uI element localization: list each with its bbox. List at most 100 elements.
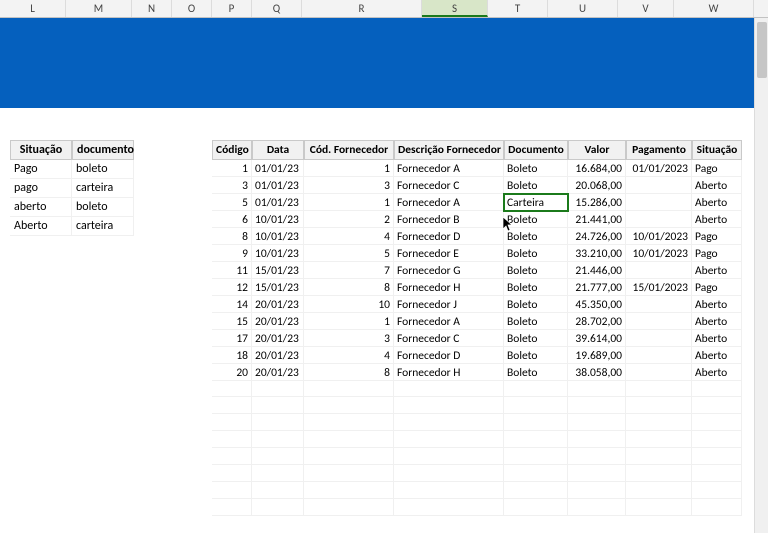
cell[interactable]: Aberto xyxy=(692,364,742,381)
cell[interactable]: 28.702,00 xyxy=(568,313,626,330)
cell[interactable]: Fornecedor D xyxy=(394,347,504,364)
cell[interactable]: 21.777,00 xyxy=(568,279,626,296)
cell[interactable]: Boleto xyxy=(504,347,568,364)
cell[interactable]: 20/01/23 xyxy=(252,330,304,347)
cell[interactable]: Aberto xyxy=(692,194,742,211)
cell[interactable]: 20/01/23 xyxy=(252,296,304,313)
main-header-cell[interactable]: Documento xyxy=(504,140,568,160)
cell[interactable]: 6 xyxy=(212,211,252,228)
cell[interactable]: Boleto xyxy=(504,245,568,262)
cell[interactable]: Fornecedor B xyxy=(394,211,504,228)
cell[interactable]: 10/01/23 xyxy=(252,211,304,228)
cell[interactable]: Aberto xyxy=(692,296,742,313)
cell[interactable]: 3 xyxy=(304,177,394,194)
cell[interactable]: Fornecedor G xyxy=(394,262,504,279)
table-row[interactable]: 1520/01/231Fornecedor ABoleto28.702,00Ab… xyxy=(212,313,742,330)
cell[interactable]: 10/01/23 xyxy=(252,228,304,245)
scrollbar-thumb[interactable] xyxy=(757,22,767,78)
cell[interactable]: Fornecedor A xyxy=(394,313,504,330)
cell[interactable]: Fornecedor C xyxy=(394,330,504,347)
cell[interactable]: Aberto xyxy=(692,177,742,194)
table-row[interactable]: 810/01/234Fornecedor DBoleto24.726,0010/… xyxy=(212,228,742,245)
column-header-W[interactable]: W xyxy=(674,0,754,17)
small-table-row[interactable]: Pagoboleto xyxy=(10,160,134,179)
cell[interactable]: Aberto xyxy=(692,330,742,347)
cell[interactable]: 20.068,00 xyxy=(568,177,626,194)
cell[interactable]: Fornecedor A xyxy=(394,194,504,211)
cell[interactable]: 1 xyxy=(304,194,394,211)
small-table-row[interactable]: Abertocarteira xyxy=(10,217,134,236)
cell[interactable]: 8 xyxy=(304,279,394,296)
cell-documento[interactable]: boleto xyxy=(72,160,134,179)
cell[interactable]: 1 xyxy=(304,313,394,330)
cell[interactable]: 3 xyxy=(212,177,252,194)
cell[interactable]: Pago xyxy=(692,228,742,245)
cell-situacao[interactable]: Pago xyxy=(10,160,72,179)
cell-documento[interactable]: carteira xyxy=(72,179,134,198)
cell[interactable]: 1 xyxy=(304,160,394,177)
cell[interactable]: Boleto xyxy=(504,177,568,194)
cell[interactable]: Fornecedor J xyxy=(394,296,504,313)
cell-documento[interactable]: boleto xyxy=(72,198,134,217)
small-table-row[interactable]: pagocarteira xyxy=(10,179,134,198)
column-header-T[interactable]: T xyxy=(488,0,548,17)
cell[interactable]: 01/01/23 xyxy=(252,160,304,177)
cell[interactable]: 3 xyxy=(304,330,394,347)
cell[interactable]: 4 xyxy=(304,347,394,364)
main-header-cell[interactable]: Situação xyxy=(692,140,742,160)
column-header-R[interactable]: R xyxy=(302,0,422,17)
cell[interactable]: Boleto xyxy=(504,228,568,245)
cell[interactable]: Aberto xyxy=(692,313,742,330)
column-header-U[interactable]: U xyxy=(548,0,618,17)
main-header-cell[interactable]: Pagamento xyxy=(626,140,692,160)
cell[interactable]: 15/01/23 xyxy=(252,279,304,296)
column-header-M[interactable]: M xyxy=(66,0,132,17)
cell[interactable]: Pago xyxy=(692,279,742,296)
column-header-O[interactable]: O xyxy=(172,0,212,17)
cell[interactable]: 14 xyxy=(212,296,252,313)
cell[interactable]: 7 xyxy=(304,262,394,279)
cell[interactable]: Fornecedor A xyxy=(394,160,504,177)
cell[interactable]: 24.726,00 xyxy=(568,228,626,245)
cell[interactable]: 15.286,00 xyxy=(568,194,626,211)
cell[interactable]: Boleto xyxy=(504,364,568,381)
cell[interactable]: Boleto xyxy=(504,211,568,228)
table-row[interactable]: 910/01/235Fornecedor EBoleto33.210,0010/… xyxy=(212,245,742,262)
cell[interactable]: Aberto xyxy=(692,211,742,228)
cell[interactable]: 11 xyxy=(212,262,252,279)
cell[interactable]: Boleto xyxy=(504,313,568,330)
cell[interactable]: 1 xyxy=(212,160,252,177)
cell[interactable]: 4 xyxy=(304,228,394,245)
main-header-cell[interactable]: Valor xyxy=(568,140,626,160)
cell[interactable]: 33.210,00 xyxy=(568,245,626,262)
table-row[interactable]: 1115/01/237Fornecedor GBoleto21.446,00Ab… xyxy=(212,262,742,279)
cell[interactable]: 17 xyxy=(212,330,252,347)
cell[interactable]: 10/01/2023 xyxy=(626,245,692,262)
cell[interactable]: Boleto xyxy=(504,262,568,279)
cell[interactable] xyxy=(626,262,692,279)
main-header-cell[interactable]: Data xyxy=(252,140,304,160)
cell[interactable]: 38.058,00 xyxy=(568,364,626,381)
cell[interactable]: 9 xyxy=(212,245,252,262)
column-header-S[interactable]: S xyxy=(422,0,488,17)
small-table-row[interactable]: abertoboleto xyxy=(10,198,134,217)
cell[interactable]: 5 xyxy=(304,245,394,262)
cell[interactable]: 01/01/23 xyxy=(252,194,304,211)
column-header-P[interactable]: P xyxy=(212,0,252,17)
cell[interactable]: 39.614,00 xyxy=(568,330,626,347)
cell[interactable]: Fornecedor D xyxy=(394,228,504,245)
cell[interactable]: 20/01/23 xyxy=(252,313,304,330)
table-row[interactable]: 1420/01/2310Fornecedor JBoleto45.350,00A… xyxy=(212,296,742,313)
cell[interactable]: 10 xyxy=(304,296,394,313)
cell[interactable]: 15/01/23 xyxy=(252,262,304,279)
cell[interactable]: 20/01/23 xyxy=(252,347,304,364)
column-header-L[interactable]: L xyxy=(0,0,66,17)
table-row[interactable]: 2020/01/238Fornecedor HBoleto38.058,00Ab… xyxy=(212,364,742,381)
cell[interactable]: 01/01/2023 xyxy=(626,160,692,177)
column-headers[interactable]: LMNOPQRSTUVW xyxy=(0,0,768,18)
column-header-V[interactable]: V xyxy=(618,0,674,17)
cell[interactable]: Aberto xyxy=(692,347,742,364)
cell[interactable]: Aberto xyxy=(692,262,742,279)
cell[interactable] xyxy=(626,211,692,228)
cell[interactable]: 19.689,00 xyxy=(568,347,626,364)
